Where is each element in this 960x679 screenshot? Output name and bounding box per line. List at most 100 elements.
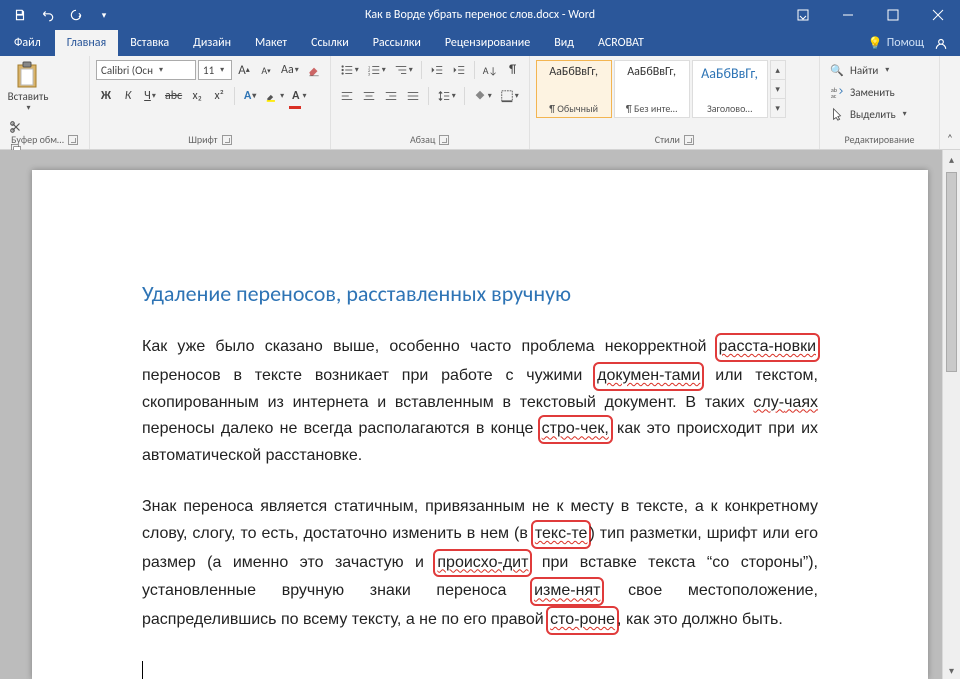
tab-home[interactable]: Главная (55, 30, 118, 56)
tell-me-box[interactable]: 💡 Помощ (868, 36, 924, 51)
style-gallery-scroll[interactable]: ▴ ▾ ▾ (770, 60, 786, 118)
underline-button[interactable]: Ч▾ (140, 86, 160, 106)
italic-button[interactable]: К (118, 86, 138, 106)
minimize-button[interactable] (825, 0, 870, 30)
scroll-thumb[interactable] (946, 172, 957, 372)
bold-button[interactable]: Ж (96, 86, 116, 106)
scroll-up-icon[interactable]: ▴ (943, 150, 960, 168)
subscript-button[interactable]: x₂ (187, 86, 207, 106)
collapse-ribbon-button[interactable]: ˄ (947, 132, 953, 145)
chevron-down-icon: ▾ (26, 103, 30, 113)
title-bar: ▾ Как в Ворде убрать перенос слов.docx -… (0, 0, 960, 30)
group-styles: АаБбВвГг, ¶ Обычный АаБбВвГг, ¶ Без инте… (530, 56, 820, 149)
group-label-editing: Редактирование (845, 133, 915, 146)
align-center-button[interactable] (359, 86, 379, 106)
tab-file[interactable]: Файл (0, 30, 55, 56)
borders-button[interactable]: ▾ (497, 86, 522, 106)
tab-layout[interactable]: Макет (243, 30, 299, 56)
save-button[interactable] (8, 3, 32, 27)
group-label-font: Шрифт (188, 133, 217, 146)
grow-font-button[interactable]: A▴ (234, 60, 254, 80)
justify-button[interactable] (403, 86, 423, 106)
text-effects-button[interactable]: A▾ (240, 86, 260, 106)
vertical-scrollbar[interactable]: ▴ ▾ (942, 150, 960, 679)
tab-insert[interactable]: Вставка (118, 30, 181, 56)
tab-references[interactable]: Ссылки (299, 30, 361, 56)
document-stage: Удаление переносов, расставленных вручну… (0, 150, 960, 679)
undo-button[interactable] (36, 3, 60, 27)
styles-launcher[interactable] (684, 135, 694, 145)
group-label-clipboard: Буфер обм… (11, 133, 64, 146)
style-heading1[interactable]: АаБбВвГг, Заголово… (692, 60, 768, 118)
decrease-indent-button[interactable] (427, 60, 447, 80)
style-no-spacing[interactable]: АаБбВвГг, ¶ Без инте… (614, 60, 690, 118)
line-spacing-button[interactable]: ▾ (434, 86, 459, 106)
align-left-button[interactable] (337, 86, 357, 106)
pilcrow-button[interactable]: ¶ (503, 60, 523, 80)
font-size-combo[interactable]: 11▾ (198, 60, 232, 80)
gallery-expand-icon[interactable]: ▾ (771, 99, 785, 117)
shading-button[interactable]: ▾ (470, 86, 495, 106)
maximize-button[interactable] (870, 0, 915, 30)
multilevel-button[interactable]: ▾ (391, 60, 416, 80)
superscript-button[interactable]: x² (209, 86, 229, 106)
paste-button[interactable]: Вставить ▾ (6, 60, 50, 113)
group-clipboard: Вставить ▾ Буфер обм… (0, 56, 90, 149)
group-font: Calibri (Осн▾ 11▾ A▴ A▾ Aa▾ Ж К Ч▾ abc x… (90, 56, 331, 149)
tab-acrobat[interactable]: ACROBAT (586, 30, 656, 56)
clear-formatting-button[interactable] (304, 60, 324, 80)
qat-customize[interactable]: ▾ (92, 3, 116, 27)
paste-label: Вставить (8, 90, 49, 103)
lightbulb-icon: 💡 (868, 36, 883, 51)
style-normal[interactable]: АаБбВвГг, ¶ Обычный (536, 60, 612, 118)
align-right-button[interactable] (381, 86, 401, 106)
tab-review[interactable]: Рецензирование (433, 30, 542, 56)
select-button[interactable]: Выделить▾ (826, 104, 933, 124)
doc-paragraph-2: Знак переноса является статичным, привяз… (142, 495, 818, 635)
chevron-down-icon[interactable]: ▾ (771, 80, 785, 99)
find-button[interactable]: 🔍 Найти▾ (826, 60, 933, 80)
tab-view[interactable]: Вид (542, 30, 586, 56)
close-button[interactable] (915, 0, 960, 30)
clipboard-icon (14, 60, 42, 90)
font-name-combo[interactable]: Calibri (Осн▾ (96, 60, 196, 80)
group-paragraph: ▾ 123▾ ▾ A↓ ¶ ▾ ▾ ▾ Абза (331, 56, 530, 149)
ribbon-tabs: Файл Главная Вставка Дизайн Макет Ссылки… (0, 30, 960, 56)
doc-heading: Удаление переносов, расставленных вручну… (142, 280, 818, 307)
replace-icon: abac (830, 85, 844, 99)
quick-access-toolbar: ▾ (0, 3, 116, 27)
redo-button[interactable] (64, 3, 88, 27)
search-icon: 🔍 (830, 64, 844, 77)
sort-button[interactable]: A↓ (480, 60, 501, 80)
ribbon: Вставить ▾ Буфер обм… Calibri (Осн▾ 11▾ … (0, 56, 960, 150)
tell-me-label: Помощ (887, 36, 924, 50)
tab-design[interactable]: Дизайн (181, 30, 243, 56)
group-label-styles: Стили (655, 133, 680, 146)
cursor-icon (830, 107, 844, 121)
increase-indent-button[interactable] (449, 60, 469, 80)
text-cursor (142, 661, 143, 679)
svg-text:ac: ac (831, 92, 837, 99)
window-controls (780, 0, 960, 30)
scroll-down-icon[interactable]: ▾ (943, 661, 960, 679)
replace-button[interactable]: abac Заменить (826, 82, 933, 102)
clipboard-launcher[interactable] (68, 135, 78, 145)
share-button[interactable] (930, 32, 952, 54)
font-color-button[interactable]: A▾ (289, 86, 309, 106)
paragraph-launcher[interactable] (439, 135, 449, 145)
group-label-paragraph: Абзац (410, 133, 435, 146)
numbering-button[interactable]: 123▾ (364, 60, 389, 80)
group-editing: 🔍 Найти▾ abac Заменить Выделить▾ Редакти… (820, 56, 940, 149)
highlight-button[interactable]: ▾ (262, 86, 287, 106)
bullets-button[interactable]: ▾ (337, 60, 362, 80)
doc-paragraph-1: Как уже было сказано выше, особенно част… (142, 333, 818, 469)
chevron-up-icon[interactable]: ▴ (771, 61, 785, 80)
ribbon-options-button[interactable] (780, 0, 825, 30)
style-gallery: АаБбВвГг, ¶ Обычный АаБбВвГг, ¶ Без инте… (536, 60, 813, 122)
document-page[interactable]: Удаление переносов, расставленных вручну… (32, 170, 928, 679)
shrink-font-button[interactable]: A▾ (256, 60, 276, 80)
strikethrough-button[interactable]: abc (162, 86, 185, 106)
tab-mailings[interactable]: Рассылки (361, 30, 433, 56)
font-launcher[interactable] (222, 135, 232, 145)
change-case-button[interactable]: Aa▾ (278, 60, 302, 80)
